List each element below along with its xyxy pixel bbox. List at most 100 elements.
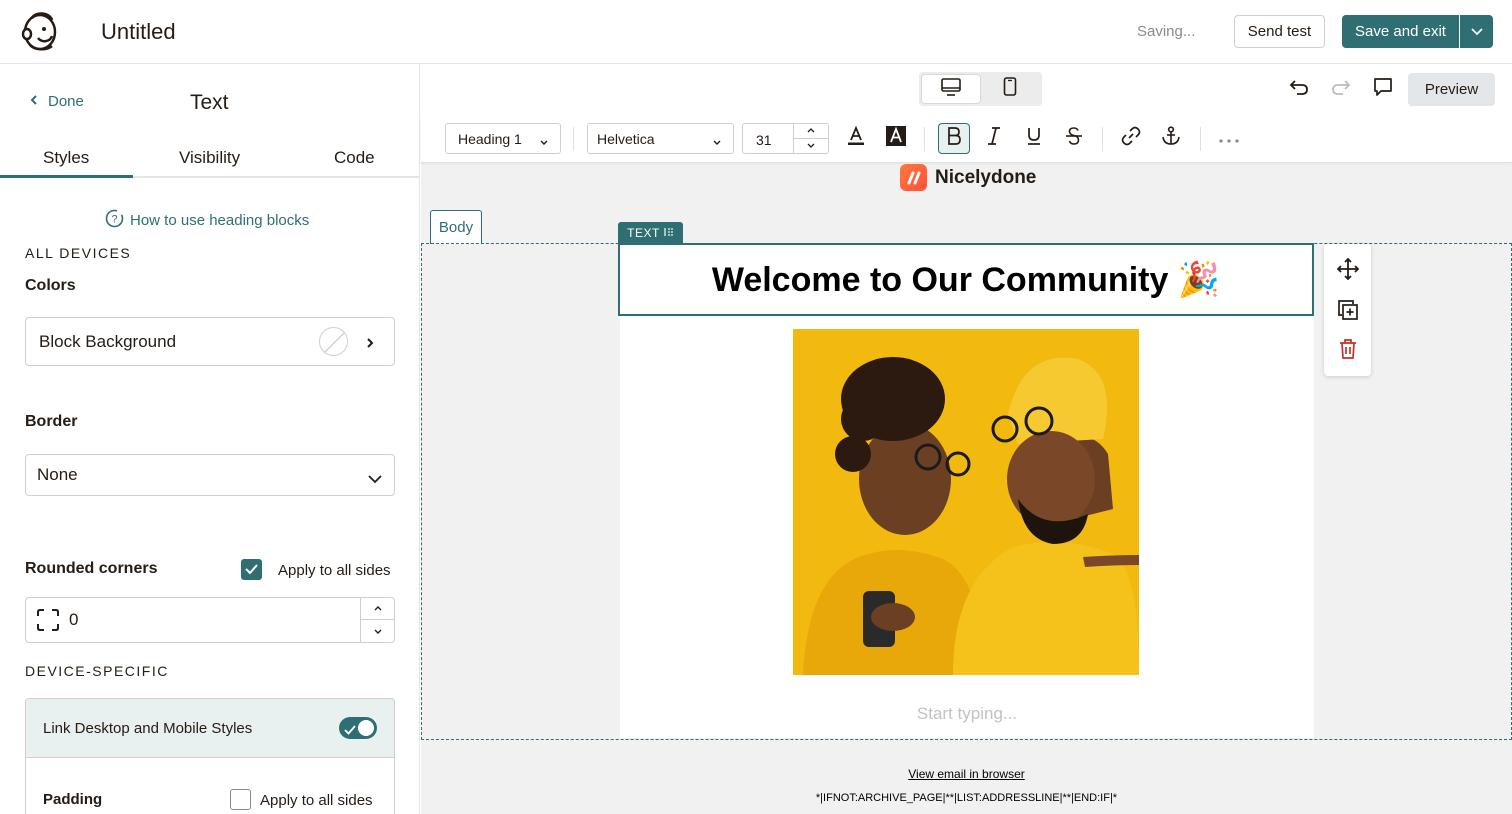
anchor-icon — [1161, 126, 1181, 151]
text-block-tag-label: TEXT — [627, 225, 660, 240]
move-block-button[interactable] — [1336, 257, 1360, 285]
border-heading: Border — [25, 413, 78, 430]
tab-visibility[interactable]: Visibility — [179, 148, 240, 168]
font-size-increment[interactable] — [794, 124, 828, 139]
redo-icon — [1331, 79, 1351, 100]
help-link-label: How to use heading blocks — [130, 212, 310, 229]
chevron-down-icon — [540, 132, 548, 148]
email-brand-header[interactable]: Nicelydone — [900, 164, 1036, 191]
text-block-tag[interactable]: TEXT — [618, 222, 683, 243]
send-test-button[interactable]: Send test — [1234, 15, 1325, 48]
view-in-browser-link[interactable]: View email in browser — [421, 767, 1512, 781]
campaign-title[interactable]: Untitled — [101, 19, 176, 45]
device-specific-box: Link Desktop and Mobile Styles Padding A… — [25, 698, 395, 814]
duplicate-block-button[interactable] — [1336, 299, 1360, 324]
corner-radius-stepper[interactable]: 0 — [25, 597, 395, 643]
desktop-view-button[interactable] — [922, 75, 980, 103]
chevron-left-icon — [30, 93, 38, 110]
block-background-color-field[interactable]: Block Background — [25, 317, 395, 366]
font-family-select[interactable]: Helvetica — [587, 123, 734, 154]
font-size-stepper[interactable]: 31 — [742, 123, 829, 154]
text-color-button[interactable] — [840, 123, 872, 154]
increment-button[interactable] — [361, 598, 394, 620]
rounded-apply-all-checkbox[interactable] — [241, 559, 262, 580]
toggle-knob — [358, 720, 374, 736]
active-tab-indicator — [0, 175, 133, 178]
mobile-view-button[interactable] — [981, 75, 1039, 103]
start-typing-placeholder[interactable]: Start typing... — [620, 704, 1314, 724]
undo-icon — [1289, 79, 1309, 100]
toolbar-divider — [924, 127, 925, 151]
font-size-steps — [793, 124, 828, 153]
block-settings-panel: Done Text Styles Visibility Code ? How t… — [0, 64, 420, 814]
italic-button[interactable] — [978, 123, 1010, 154]
underline-icon — [1026, 127, 1042, 150]
undo-button[interactable] — [1287, 77, 1311, 101]
underline-button[interactable] — [1018, 123, 1050, 154]
email-heading[interactable]: Welcome to Our Community 🎉 — [712, 260, 1220, 300]
tab-styles[interactable]: Styles — [43, 148, 89, 168]
bold-icon — [946, 127, 962, 150]
canvas-top-bar: Preview — [421, 64, 1512, 116]
hero-image[interactable] — [793, 329, 1139, 675]
strikethrough-icon — [1065, 127, 1083, 150]
text-style-value: Heading 1 — [458, 130, 522, 147]
done-back-link[interactable]: Done — [30, 93, 84, 110]
padding-apply-all-checkbox[interactable] — [230, 789, 251, 810]
settings-tabs: Styles Visibility Code — [0, 144, 419, 178]
colors-heading: Colors — [25, 277, 76, 294]
font-family-value: Helvetica — [597, 130, 655, 147]
tab-code[interactable]: Code — [334, 148, 375, 168]
nicelydone-logo-icon — [900, 164, 927, 191]
block-actions-menu — [1324, 244, 1371, 376]
mailchimp-logo-icon[interactable] — [18, 10, 60, 52]
text-format-toolbar: Heading 1 Helvetica 31 — [421, 116, 1512, 163]
done-label: Done — [48, 93, 84, 110]
link-styles-row: Link Desktop and Mobile Styles — [26, 699, 394, 758]
more-dots-icon — [1219, 130, 1239, 148]
svg-text:?: ? — [111, 214, 117, 226]
font-size-decrement[interactable] — [794, 139, 828, 154]
body-section-tag[interactable]: Body — [430, 210, 482, 244]
text-style-select[interactable]: Heading 1 — [445, 123, 561, 154]
redo-button[interactable] — [1329, 77, 1353, 101]
more-options-button[interactable] — [1213, 123, 1245, 154]
font-size-value[interactable]: 31 — [756, 132, 772, 148]
save-and-exit-button[interactable]: Save and exit — [1342, 15, 1459, 48]
border-select-value: None — [37, 465, 78, 484]
save-options-dropdown-button[interactable] — [1460, 15, 1493, 48]
panel-title: Text — [190, 91, 229, 114]
selected-text-block[interactable]: Welcome to Our Community 🎉 — [618, 243, 1314, 316]
toolbar-divider — [573, 127, 574, 151]
checkmark-icon — [245, 561, 258, 579]
chevron-right-icon — [366, 334, 374, 354]
chevron-down-icon — [368, 469, 382, 489]
checkmark-icon — [344, 722, 356, 740]
all-devices-heading: ALL DEVICES — [25, 245, 132, 261]
trash-icon — [1339, 338, 1357, 364]
delete-block-button[interactable] — [1336, 338, 1360, 364]
decrement-button[interactable] — [361, 620, 394, 642]
link-styles-toggle[interactable] — [339, 717, 377, 739]
anchor-button[interactable] — [1155, 123, 1187, 154]
corner-radius-icon — [37, 609, 59, 636]
corner-radius-value[interactable]: 0 — [69, 610, 78, 630]
italic-icon — [986, 127, 1002, 150]
link-button[interactable] — [1115, 123, 1147, 154]
top-bar: Untitled Saving... Send test Save and ex… — [0, 0, 1512, 64]
bold-button[interactable] — [938, 123, 970, 154]
move-arrows-icon — [1336, 257, 1360, 285]
preview-button[interactable]: Preview — [1408, 73, 1495, 106]
drag-handle-icon — [664, 226, 674, 240]
help-link-heading-blocks[interactable]: ? How to use heading blocks — [105, 209, 309, 232]
border-select[interactable]: None — [25, 454, 395, 496]
toolbar-divider — [1102, 127, 1103, 151]
editor-canvas: Preview Heading 1 Helvetica 31 Nicelydon… — [421, 64, 1512, 814]
strikethrough-button[interactable] — [1058, 123, 1090, 154]
comment-icon — [1373, 77, 1393, 102]
corner-radius-step-buttons — [360, 598, 394, 642]
highlight-color-button[interactable] — [880, 123, 912, 154]
empty-color-swatch-icon — [319, 327, 348, 356]
block-background-label: Block Background — [39, 331, 177, 351]
comments-button[interactable] — [1371, 77, 1395, 101]
